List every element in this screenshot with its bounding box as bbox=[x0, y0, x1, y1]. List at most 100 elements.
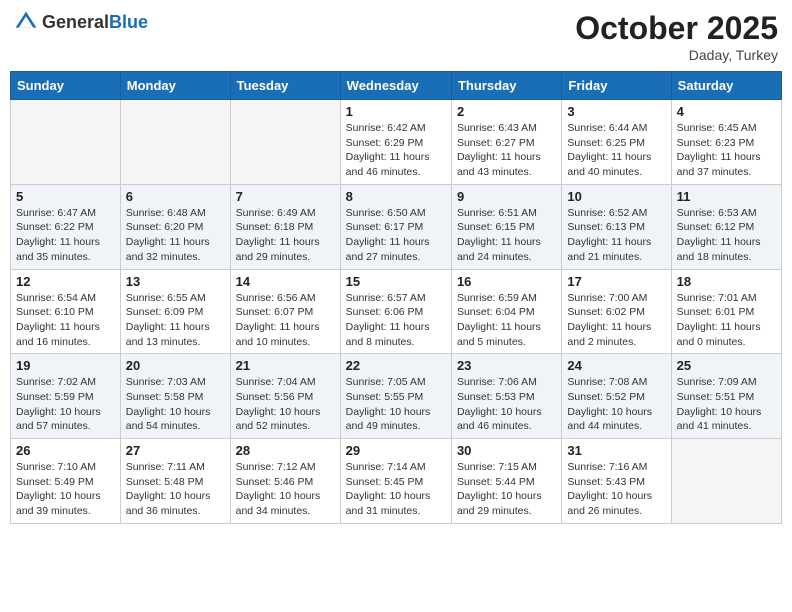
table-cell: 17 Sunrise: 7:00 AM Sunset: 6:02 PM Dayli… bbox=[562, 269, 671, 354]
day-info: Sunrise: 7:04 AM Sunset: 5:56 PM Dayligh… bbox=[236, 375, 335, 434]
col-tuesday: Tuesday bbox=[230, 72, 340, 100]
day-info: Sunrise: 6:51 AM Sunset: 6:15 PM Dayligh… bbox=[457, 206, 556, 265]
day-number: 26 bbox=[16, 443, 115, 458]
table-cell bbox=[120, 100, 230, 185]
logo: GeneralBlue bbox=[14, 10, 148, 34]
table-cell: 9 Sunrise: 6:51 AM Sunset: 6:15 PM Daylig… bbox=[451, 184, 561, 269]
calendar-week-2: 5 Sunrise: 6:47 AM Sunset: 6:22 PM Daylig… bbox=[11, 184, 782, 269]
table-cell: 30 Sunrise: 7:15 AM Sunset: 5:44 PM Dayli… bbox=[451, 439, 561, 524]
table-cell: 28Sunrise: 7:12 AM Sunset: 5:46 PM Dayli… bbox=[230, 439, 340, 524]
day-number: 2 bbox=[457, 104, 556, 119]
logo-general: General bbox=[42, 12, 109, 32]
day-info: Sunrise: 7:01 AM Sunset: 6:01 PM Dayligh… bbox=[677, 291, 776, 350]
day-number: 19 bbox=[16, 358, 115, 373]
table-cell: 23 Sunrise: 7:06 AM Sunset: 5:53 PM Dayli… bbox=[451, 354, 561, 439]
day-number: 22 bbox=[346, 358, 446, 373]
day-number: 20 bbox=[126, 358, 225, 373]
calendar-week-3: 12 Sunrise: 6:54 AM Sunset: 6:10 PM Dayli… bbox=[11, 269, 782, 354]
page-header: GeneralBlue October 2025 Daday, Turkey bbox=[10, 10, 782, 63]
table-cell: 10Sunrise: 6:52 AM Sunset: 6:13 PM Dayli… bbox=[562, 184, 671, 269]
table-cell: 20 Sunrise: 7:03 AM Sunset: 5:58 PM Dayli… bbox=[120, 354, 230, 439]
table-cell: 13 Sunrise: 6:55 AM Sunset: 6:09 PM Dayli… bbox=[120, 269, 230, 354]
location-subtitle: Daday, Turkey bbox=[575, 47, 778, 63]
calendar-week-1: 1 Sunrise: 6:42 AM Sunset: 6:29 PM Daylig… bbox=[11, 100, 782, 185]
table-cell: 26 Sunrise: 7:10 AM Sunset: 5:49 PM Dayli… bbox=[11, 439, 121, 524]
col-monday: Monday bbox=[120, 72, 230, 100]
col-friday: Friday bbox=[562, 72, 671, 100]
day-info: Sunrise: 7:11 AM Sunset: 5:48 PM Dayligh… bbox=[126, 460, 225, 519]
day-number: 6 bbox=[126, 189, 225, 204]
day-number: 25 bbox=[677, 358, 776, 373]
day-number: 28 bbox=[236, 443, 335, 458]
day-info: Sunrise: 6:52 AM Sunset: 6:13 PM Dayligh… bbox=[567, 206, 665, 265]
table-cell: 11Sunrise: 6:53 AM Sunset: 6:12 PM Dayli… bbox=[671, 184, 781, 269]
calendar-week-5: 26 Sunrise: 7:10 AM Sunset: 5:49 PM Dayli… bbox=[11, 439, 782, 524]
day-info: Sunrise: 6:43 AM Sunset: 6:27 PM Dayligh… bbox=[457, 121, 556, 180]
day-info: Sunrise: 6:54 AM Sunset: 6:10 PM Dayligh… bbox=[16, 291, 115, 350]
table-cell: 24Sunrise: 7:08 AM Sunset: 5:52 PM Dayli… bbox=[562, 354, 671, 439]
day-info: Sunrise: 7:06 AM Sunset: 5:53 PM Dayligh… bbox=[457, 375, 556, 434]
table-cell: 3Sunrise: 6:44 AM Sunset: 6:25 PM Daylig… bbox=[562, 100, 671, 185]
table-cell: 16 Sunrise: 6:59 AM Sunset: 6:04 PM Dayli… bbox=[451, 269, 561, 354]
day-number: 5 bbox=[16, 189, 115, 204]
table-cell bbox=[11, 100, 121, 185]
logo-icon bbox=[14, 10, 38, 34]
table-cell: 22 Sunrise: 7:05 AM Sunset: 5:55 PM Dayli… bbox=[340, 354, 451, 439]
col-thursday: Thursday bbox=[451, 72, 561, 100]
day-info: Sunrise: 6:45 AM Sunset: 6:23 PM Dayligh… bbox=[677, 121, 776, 180]
table-cell bbox=[230, 100, 340, 185]
day-info: Sunrise: 7:03 AM Sunset: 5:58 PM Dayligh… bbox=[126, 375, 225, 434]
table-cell: 27 Sunrise: 7:11 AM Sunset: 5:48 PM Dayli… bbox=[120, 439, 230, 524]
day-info: Sunrise: 6:47 AM Sunset: 6:22 PM Dayligh… bbox=[16, 206, 115, 265]
table-cell: 7Sunrise: 6:49 AM Sunset: 6:18 PM Daylig… bbox=[230, 184, 340, 269]
day-info: Sunrise: 6:55 AM Sunset: 6:09 PM Dayligh… bbox=[126, 291, 225, 350]
day-info: Sunrise: 7:15 AM Sunset: 5:44 PM Dayligh… bbox=[457, 460, 556, 519]
table-cell: 8 Sunrise: 6:50 AM Sunset: 6:17 PM Daylig… bbox=[340, 184, 451, 269]
day-number: 13 bbox=[126, 274, 225, 289]
day-number: 31 bbox=[567, 443, 665, 458]
day-info: Sunrise: 7:08 AM Sunset: 5:52 PM Dayligh… bbox=[567, 375, 665, 434]
table-cell bbox=[671, 439, 781, 524]
day-info: Sunrise: 6:50 AM Sunset: 6:17 PM Dayligh… bbox=[346, 206, 446, 265]
day-number: 23 bbox=[457, 358, 556, 373]
day-number: 14 bbox=[236, 274, 335, 289]
day-info: Sunrise: 6:57 AM Sunset: 6:06 PM Dayligh… bbox=[346, 291, 446, 350]
day-info: Sunrise: 7:14 AM Sunset: 5:45 PM Dayligh… bbox=[346, 460, 446, 519]
day-number: 15 bbox=[346, 274, 446, 289]
table-cell: 31Sunrise: 7:16 AM Sunset: 5:43 PM Dayli… bbox=[562, 439, 671, 524]
day-info: Sunrise: 6:59 AM Sunset: 6:04 PM Dayligh… bbox=[457, 291, 556, 350]
day-info: Sunrise: 7:02 AM Sunset: 5:59 PM Dayligh… bbox=[16, 375, 115, 434]
day-number: 12 bbox=[16, 274, 115, 289]
day-info: Sunrise: 6:42 AM Sunset: 6:29 PM Dayligh… bbox=[346, 121, 446, 180]
day-number: 18 bbox=[677, 274, 776, 289]
table-cell: 1 Sunrise: 6:42 AM Sunset: 6:29 PM Daylig… bbox=[340, 100, 451, 185]
day-number: 21 bbox=[236, 358, 335, 373]
day-number: 1 bbox=[346, 104, 446, 119]
table-cell: 12 Sunrise: 6:54 AM Sunset: 6:10 PM Dayli… bbox=[11, 269, 121, 354]
table-cell: 25 Sunrise: 7:09 AM Sunset: 5:51 PM Dayli… bbox=[671, 354, 781, 439]
table-cell: 19 Sunrise: 7:02 AM Sunset: 5:59 PM Dayli… bbox=[11, 354, 121, 439]
logo-text: GeneralBlue bbox=[42, 12, 148, 33]
day-info: Sunrise: 6:53 AM Sunset: 6:12 PM Dayligh… bbox=[677, 206, 776, 265]
day-number: 7 bbox=[236, 189, 335, 204]
day-info: Sunrise: 7:10 AM Sunset: 5:49 PM Dayligh… bbox=[16, 460, 115, 519]
table-cell: 5 Sunrise: 6:47 AM Sunset: 6:22 PM Daylig… bbox=[11, 184, 121, 269]
day-number: 17 bbox=[567, 274, 665, 289]
day-info: Sunrise: 6:48 AM Sunset: 6:20 PM Dayligh… bbox=[126, 206, 225, 265]
col-sunday: Sunday bbox=[11, 72, 121, 100]
day-number: 27 bbox=[126, 443, 225, 458]
table-cell: 15 Sunrise: 6:57 AM Sunset: 6:06 PM Dayli… bbox=[340, 269, 451, 354]
day-number: 8 bbox=[346, 189, 446, 204]
day-info: Sunrise: 6:56 AM Sunset: 6:07 PM Dayligh… bbox=[236, 291, 335, 350]
table-cell: 21 Sunrise: 7:04 AM Sunset: 5:56 PM Dayli… bbox=[230, 354, 340, 439]
table-cell: 18 Sunrise: 7:01 AM Sunset: 6:01 PM Dayli… bbox=[671, 269, 781, 354]
day-info: Sunrise: 7:09 AM Sunset: 5:51 PM Dayligh… bbox=[677, 375, 776, 434]
month-title: October 2025 bbox=[575, 10, 778, 47]
day-info: Sunrise: 7:05 AM Sunset: 5:55 PM Dayligh… bbox=[346, 375, 446, 434]
day-number: 9 bbox=[457, 189, 556, 204]
day-number: 16 bbox=[457, 274, 556, 289]
calendar-week-4: 19 Sunrise: 7:02 AM Sunset: 5:59 PM Dayli… bbox=[11, 354, 782, 439]
day-number: 30 bbox=[457, 443, 556, 458]
day-info: Sunrise: 7:00 AM Sunset: 6:02 PM Dayligh… bbox=[567, 291, 665, 350]
day-number: 4 bbox=[677, 104, 776, 119]
